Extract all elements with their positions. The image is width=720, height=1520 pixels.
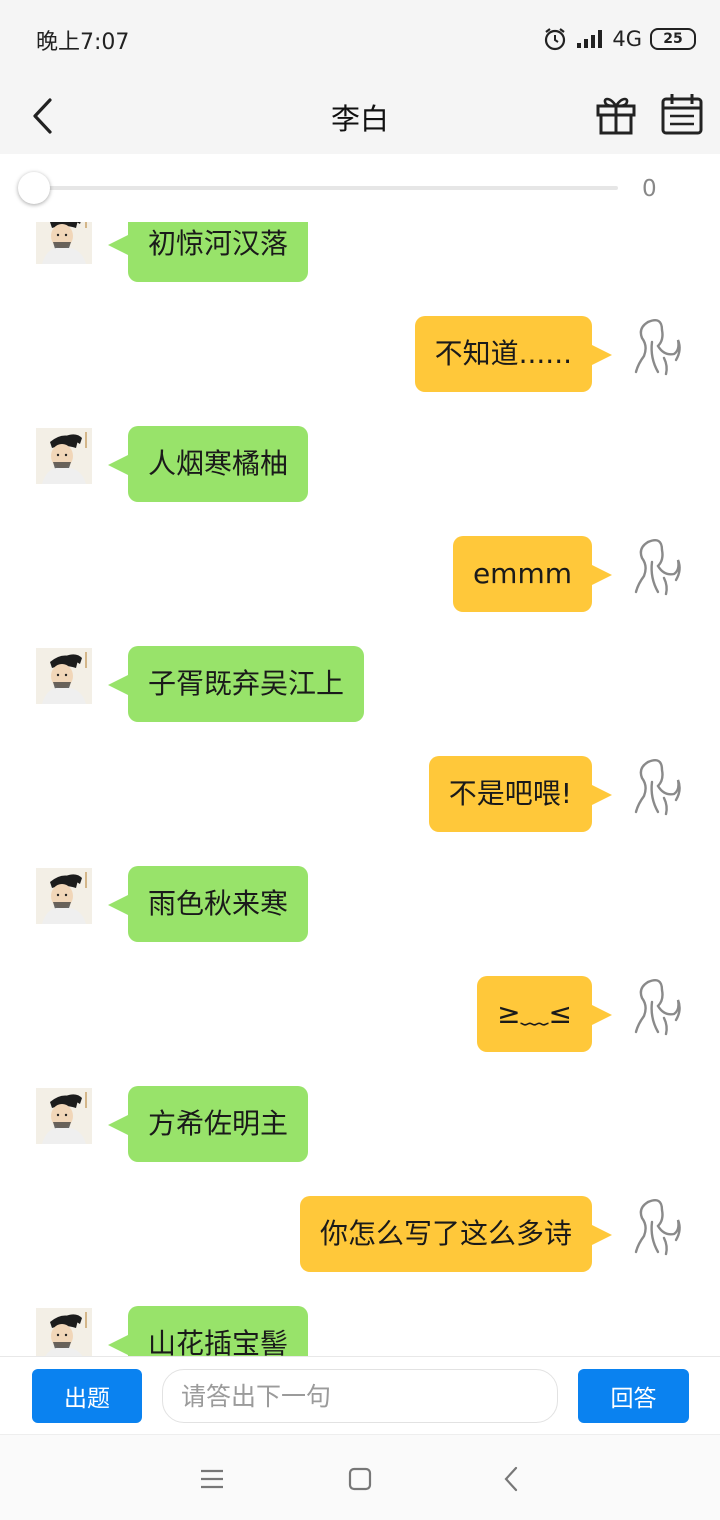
message-row-received: 山花插宝髻 <box>0 1306 720 1356</box>
message-row-sent: ≥﹏≤ <box>0 976 720 1056</box>
back-icon[interactable] <box>496 1463 528 1495</box>
status-icons: 4G 25 <box>542 22 696 56</box>
message-bubble[interactable]: 子胥既弃吴江上 <box>107 646 365 722</box>
message-row-received: 方希佐明主 <box>0 1086 720 1166</box>
poet-avatar[interactable] <box>36 868 92 924</box>
progress-slider-thumb[interactable] <box>18 172 50 204</box>
question-button[interactable]: 出题 <box>32 1369 142 1423</box>
user-avatar[interactable] <box>628 316 684 376</box>
poet-avatar[interactable] <box>36 222 92 264</box>
message-list[interactable]: 初惊河汉落 不知道...... 人烟寒橘柚 emmm 子胥既弃吴江上 不是吧喂!… <box>0 222 720 1356</box>
network-type: 4G <box>612 27 642 51</box>
poet-avatar[interactable] <box>36 1308 92 1356</box>
battery-level: 25 <box>663 31 683 47</box>
message-row-received: 子胥既弃吴江上 <box>0 646 720 726</box>
message-row-received: 人烟寒橘柚 <box>0 426 720 506</box>
status-time: 晚上7:07 <box>36 30 130 55</box>
poet-avatar[interactable] <box>36 428 92 484</box>
gift-icon <box>596 97 636 135</box>
message-bubble[interactable]: 雨色秋来寒 <box>107 866 309 942</box>
user-avatar[interactable] <box>628 976 684 1036</box>
message-bubble[interactable]: 你怎么写了这么多诗 <box>299 1196 613 1272</box>
message-bubble[interactable]: 山花插宝髻 <box>107 1306 309 1356</box>
message-row-sent: 你怎么写了这么多诗 <box>0 1196 720 1276</box>
message-bubble[interactable]: 初惊河汉落 <box>107 222 309 282</box>
message-row-received: 初惊河汉落 <box>0 222 720 286</box>
poet-avatar[interactable] <box>36 1088 92 1144</box>
message-bubble[interactable]: ≥﹏≤ <box>477 976 612 1052</box>
poet-avatar[interactable] <box>36 648 92 704</box>
message-row-sent: 不是吧喂! <box>0 756 720 836</box>
gift-button[interactable] <box>594 92 638 136</box>
message-row-sent: emmm <box>0 536 720 616</box>
alarm-icon <box>545 28 566 51</box>
system-nav-bar <box>0 1434 720 1520</box>
calendar-icon <box>661 94 703 135</box>
progress-row: 0 <box>0 154 720 222</box>
calendar-button[interactable] <box>660 92 704 136</box>
battery-icon: 25 <box>650 28 696 50</box>
message-bubble[interactable]: 不知道...... <box>414 316 613 392</box>
input-bar: 出题 回答 <box>0 1356 720 1434</box>
signal-icon <box>577 30 603 48</box>
message-bubble[interactable]: 不是吧喂! <box>428 756 613 832</box>
status-bar: 晚上7:07 4G 25 <box>0 0 720 78</box>
message-row-sent: 不知道...... <box>0 316 720 396</box>
message-bubble[interactable]: 人烟寒橘柚 <box>107 426 309 502</box>
progress-value: 0 <box>642 176 657 202</box>
message-bubble[interactable]: emmm <box>452 536 613 612</box>
user-avatar[interactable] <box>628 756 684 816</box>
menu-icon[interactable] <box>196 1463 228 1495</box>
message-bubble[interactable]: 方希佐明主 <box>107 1086 309 1162</box>
progress-slider-track[interactable] <box>34 186 618 190</box>
answer-button[interactable]: 回答 <box>578 1369 689 1423</box>
nav-bar: 李白 <box>0 78 720 154</box>
user-avatar[interactable] <box>628 536 684 596</box>
answer-input[interactable] <box>162 1369 558 1423</box>
message-row-received: 雨色秋来寒 <box>0 866 720 946</box>
home-icon[interactable] <box>344 1463 376 1495</box>
user-avatar[interactable] <box>628 1196 684 1256</box>
